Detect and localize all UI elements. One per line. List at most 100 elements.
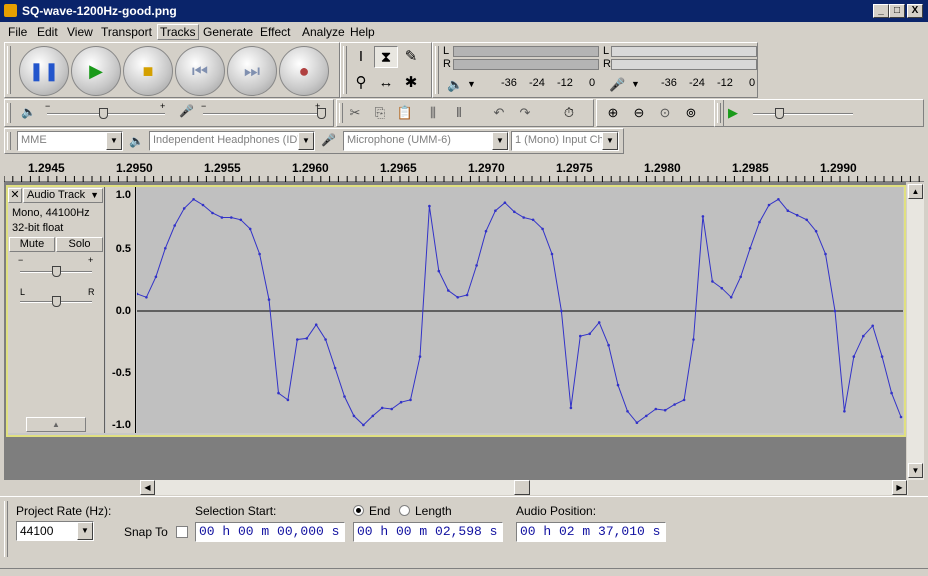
sync-lock-icon[interactable]: ⏱	[557, 102, 581, 124]
menu-help[interactable]: Help	[350, 25, 375, 39]
scroll-thumb[interactable]	[514, 480, 530, 495]
track-name-menu[interactable]: Audio Track ▼	[23, 188, 103, 203]
menu-file[interactable]: File	[8, 25, 27, 39]
stop-button[interactable]: ■	[123, 46, 173, 96]
minimize-button[interactable]: _	[873, 4, 889, 18]
audio-position-field[interactable]: 00 h 02 m 37,010 s	[516, 522, 666, 542]
project-rate-select[interactable]: 44100 ▼	[16, 521, 94, 541]
pan-thumb[interactable]	[52, 296, 61, 307]
waveform-sample-point	[880, 355, 884, 358]
envelope-tool-icon[interactable]: ⧗	[374, 46, 398, 68]
waveform-sample-point	[428, 204, 431, 208]
tools-toolbar: I ⧗ ✎ ⚲ ↔ ✱	[340, 42, 432, 98]
ruler-label: 1.2965	[380, 161, 417, 175]
menu-generate[interactable]: Generate	[203, 25, 253, 39]
fit-project-icon[interactable]: ⊚	[679, 102, 703, 124]
track-close-icon[interactable]: ✕	[8, 188, 22, 203]
cut-icon[interactable]: ✂	[343, 102, 367, 124]
redo-icon[interactable]: ↷	[513, 102, 537, 124]
play-at-speed-icon[interactable]: ▶	[721, 102, 745, 124]
snap-to-checkbox[interactable]	[176, 526, 188, 538]
gain-thumb[interactable]	[52, 266, 61, 277]
waveform-sample-point	[824, 252, 827, 256]
recording-device-select[interactable]: Microphone (UMM-6) ▼	[343, 131, 509, 151]
play-meter-left[interactable]	[453, 46, 599, 57]
zoom-in-icon[interactable]: ⊕	[601, 102, 625, 124]
collapse-track-icon[interactable]: ▲	[26, 417, 86, 432]
toolbar-grip[interactable]	[4, 501, 8, 557]
menu-edit[interactable]: Edit	[37, 25, 58, 39]
input-volume-thumb[interactable]	[317, 108, 326, 119]
toolbar-grip[interactable]	[343, 46, 347, 94]
length-radio[interactable]	[399, 505, 410, 516]
meter-menu-arrow-icon[interactable]: ▼	[467, 79, 476, 89]
draw-tool-icon[interactable]: ✎	[399, 46, 423, 68]
record-button[interactable]: ●	[279, 46, 329, 96]
skip-end-button[interactable]: ⏭	[227, 46, 277, 96]
speed-thumb[interactable]	[775, 108, 784, 119]
play-meter-right[interactable]	[453, 59, 599, 70]
pause-button[interactable]: ❚❚	[19, 46, 69, 96]
toolbar-grip[interactable]	[7, 103, 11, 123]
menu-view[interactable]: View	[67, 25, 93, 39]
menu-transport[interactable]: Transport	[101, 25, 152, 39]
rec-meter-right[interactable]	[611, 59, 757, 70]
skip-start-button[interactable]: ⏮	[175, 46, 225, 96]
timeshift-tool-icon[interactable]: ↔	[374, 72, 398, 94]
toolbar-grip[interactable]	[7, 132, 11, 150]
timeline-ruler[interactable]: 1.2945 1.2950 1.2955 1.2960 1.2965 1.2970 1.29…	[4, 155, 924, 182]
menu-effect[interactable]: Effect	[260, 25, 290, 39]
chevron-down-icon: ▼	[602, 132, 618, 150]
horizontal-scrollbar[interactable]: ◀ ▶	[140, 480, 908, 495]
play-at-speed-toolbar: ▶	[714, 99, 924, 127]
undo-icon[interactable]: ↶	[487, 102, 511, 124]
waveform-sample-point	[682, 398, 686, 402]
host-select[interactable]: MME ▼	[17, 131, 123, 151]
rec-meter-left[interactable]	[611, 46, 757, 57]
selection-tool-icon[interactable]: I	[349, 46, 373, 68]
waveform-sample-point	[380, 406, 384, 410]
toolbar-grip[interactable]	[435, 46, 439, 94]
scroll-up-icon[interactable]: ▲	[908, 184, 923, 199]
selection-start-field[interactable]: 00 h 00 m 00,000 s	[195, 522, 345, 542]
scroll-right-icon[interactable]: ▶	[892, 480, 907, 495]
zoom-out-icon[interactable]: ⊖	[627, 102, 651, 124]
speed-slider[interactable]	[753, 113, 853, 115]
toolbar-grip[interactable]	[7, 46, 11, 94]
play-button[interactable]: ▶	[71, 46, 121, 96]
copy-icon[interactable]: ⎘	[368, 102, 392, 124]
mixer-toolbar: 🔈 − + 🎤 − +	[4, 99, 334, 127]
scroll-left-icon[interactable]: ◀	[140, 480, 155, 495]
rec-meter-menu-arrow-icon[interactable]: ▼	[631, 79, 640, 89]
end-radio[interactable]	[353, 505, 364, 516]
play-scale-24: -24	[529, 77, 545, 89]
rec-scale-0: 0	[749, 77, 756, 89]
scroll-down-icon[interactable]: ▼	[908, 463, 923, 478]
selection-end-field[interactable]: 00 h 00 m 02,598 s	[353, 522, 503, 542]
solo-button[interactable]: Solo	[56, 237, 103, 252]
silence-icon[interactable]: ⫴	[447, 102, 471, 124]
playback-device-select[interactable]: Independent Headphones (IDT ▼	[149, 131, 315, 151]
zoom-tool-icon[interactable]: ⚲	[349, 72, 373, 94]
vertical-scrollbar[interactable]: ▲ ▼	[907, 184, 924, 480]
waveform-sample-point	[673, 403, 676, 406]
fit-selection-icon[interactable]: ⊙	[653, 102, 677, 124]
output-volume-thumb[interactable]	[99, 108, 108, 119]
channels-select[interactable]: 1 (Mono) Input Ch ▼	[511, 131, 619, 151]
waveform-sample-point	[399, 400, 403, 404]
waveform-sample-point	[475, 264, 478, 267]
trim-icon[interactable]: ⫼	[421, 102, 445, 124]
ruler-label: 1.2955	[204, 161, 241, 175]
paste-icon[interactable]: 📋	[393, 102, 417, 124]
waveform-display[interactable]	[135, 187, 903, 433]
vertical-scale[interactable]: 1.0 0.5 0.0 -0.5 -1.0	[106, 187, 136, 433]
project-rate-label: Project Rate (Hz):	[16, 504, 112, 518]
multi-tool-icon[interactable]: ✱	[399, 72, 423, 94]
input-volume-slider[interactable]	[203, 113, 321, 115]
maximize-button[interactable]: □	[889, 4, 905, 18]
close-button[interactable]: X	[907, 4, 923, 18]
menu-tracks[interactable]: Tracks	[157, 24, 199, 40]
waveform-sample-point	[484, 229, 488, 233]
menu-analyze[interactable]: Analyze	[302, 25, 345, 39]
mute-button[interactable]: Mute	[9, 237, 55, 252]
